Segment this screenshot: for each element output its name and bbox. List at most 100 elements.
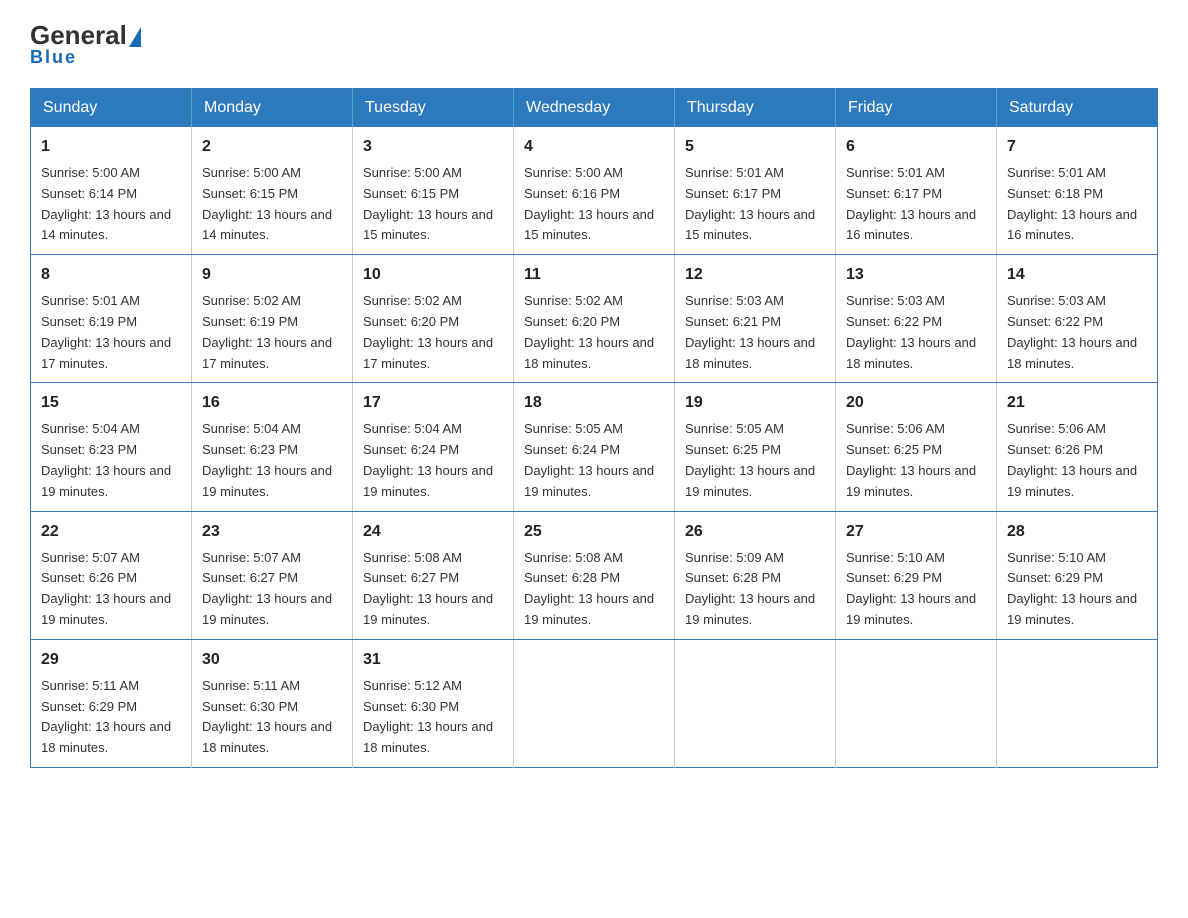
calendar-day-cell: 13 Sunrise: 5:03 AMSunset: 6:22 PMDaylig…	[836, 255, 997, 383]
calendar-day-cell	[514, 639, 675, 767]
calendar-day-cell: 15 Sunrise: 5:04 AMSunset: 6:23 PMDaylig…	[31, 383, 192, 511]
calendar-week-row: 29 Sunrise: 5:11 AMSunset: 6:29 PMDaylig…	[31, 639, 1158, 767]
calendar-day-cell: 14 Sunrise: 5:03 AMSunset: 6:22 PMDaylig…	[997, 255, 1158, 383]
day-info: Sunrise: 5:06 AMSunset: 6:25 PMDaylight:…	[846, 421, 976, 498]
logo: General Blue	[30, 20, 141, 68]
day-info: Sunrise: 5:04 AMSunset: 6:23 PMDaylight:…	[202, 421, 332, 498]
calendar-day-cell: 20 Sunrise: 5:06 AMSunset: 6:25 PMDaylig…	[836, 383, 997, 511]
day-number: 24	[363, 520, 503, 544]
calendar-day-cell	[836, 639, 997, 767]
logo-blue-text: Blue	[30, 47, 77, 68]
calendar-week-row: 1 Sunrise: 5:00 AMSunset: 6:14 PMDayligh…	[31, 127, 1158, 255]
header-thursday: Thursday	[675, 89, 836, 128]
day-info: Sunrise: 5:05 AMSunset: 6:25 PMDaylight:…	[685, 421, 815, 498]
day-info: Sunrise: 5:02 AMSunset: 6:19 PMDaylight:…	[202, 293, 332, 370]
calendar-day-cell: 26 Sunrise: 5:09 AMSunset: 6:28 PMDaylig…	[675, 511, 836, 639]
day-number: 3	[363, 135, 503, 159]
day-number: 7	[1007, 135, 1147, 159]
day-number: 28	[1007, 520, 1147, 544]
day-info: Sunrise: 5:01 AMSunset: 6:19 PMDaylight:…	[41, 293, 171, 370]
calendar-day-cell: 22 Sunrise: 5:07 AMSunset: 6:26 PMDaylig…	[31, 511, 192, 639]
calendar-day-cell: 2 Sunrise: 5:00 AMSunset: 6:15 PMDayligh…	[192, 127, 353, 255]
day-info: Sunrise: 5:00 AMSunset: 6:16 PMDaylight:…	[524, 165, 654, 242]
day-info: Sunrise: 5:04 AMSunset: 6:23 PMDaylight:…	[41, 421, 171, 498]
day-number: 13	[846, 263, 986, 287]
day-number: 1	[41, 135, 181, 159]
calendar-day-cell: 3 Sunrise: 5:00 AMSunset: 6:15 PMDayligh…	[353, 127, 514, 255]
header-saturday: Saturday	[997, 89, 1158, 128]
calendar-day-cell	[997, 639, 1158, 767]
day-info: Sunrise: 5:00 AMSunset: 6:15 PMDaylight:…	[202, 165, 332, 242]
day-number: 16	[202, 391, 342, 415]
day-number: 25	[524, 520, 664, 544]
day-number: 27	[846, 520, 986, 544]
calendar-day-cell: 11 Sunrise: 5:02 AMSunset: 6:20 PMDaylig…	[514, 255, 675, 383]
day-number: 18	[524, 391, 664, 415]
calendar-day-cell: 25 Sunrise: 5:08 AMSunset: 6:28 PMDaylig…	[514, 511, 675, 639]
day-info: Sunrise: 5:00 AMSunset: 6:15 PMDaylight:…	[363, 165, 493, 242]
day-number: 19	[685, 391, 825, 415]
day-number: 2	[202, 135, 342, 159]
day-number: 8	[41, 263, 181, 287]
day-info: Sunrise: 5:03 AMSunset: 6:21 PMDaylight:…	[685, 293, 815, 370]
logo-triangle-icon	[129, 27, 141, 47]
day-info: Sunrise: 5:06 AMSunset: 6:26 PMDaylight:…	[1007, 421, 1137, 498]
header-monday: Monday	[192, 89, 353, 128]
day-info: Sunrise: 5:01 AMSunset: 6:18 PMDaylight:…	[1007, 165, 1137, 242]
calendar-day-cell: 6 Sunrise: 5:01 AMSunset: 6:17 PMDayligh…	[836, 127, 997, 255]
day-info: Sunrise: 5:11 AMSunset: 6:30 PMDaylight:…	[202, 678, 332, 755]
day-info: Sunrise: 5:03 AMSunset: 6:22 PMDaylight:…	[1007, 293, 1137, 370]
page-header: General Blue	[30, 20, 1158, 68]
header-wednesday: Wednesday	[514, 89, 675, 128]
calendar-week-row: 22 Sunrise: 5:07 AMSunset: 6:26 PMDaylig…	[31, 511, 1158, 639]
day-number: 9	[202, 263, 342, 287]
day-number: 22	[41, 520, 181, 544]
day-info: Sunrise: 5:12 AMSunset: 6:30 PMDaylight:…	[363, 678, 493, 755]
calendar-day-cell: 28 Sunrise: 5:10 AMSunset: 6:29 PMDaylig…	[997, 511, 1158, 639]
calendar-day-cell: 5 Sunrise: 5:01 AMSunset: 6:17 PMDayligh…	[675, 127, 836, 255]
day-number: 20	[846, 391, 986, 415]
day-info: Sunrise: 5:08 AMSunset: 6:28 PMDaylight:…	[524, 550, 654, 627]
day-number: 29	[41, 648, 181, 672]
day-info: Sunrise: 5:04 AMSunset: 6:24 PMDaylight:…	[363, 421, 493, 498]
calendar-day-cell: 16 Sunrise: 5:04 AMSunset: 6:23 PMDaylig…	[192, 383, 353, 511]
calendar-day-cell	[675, 639, 836, 767]
calendar-day-cell: 29 Sunrise: 5:11 AMSunset: 6:29 PMDaylig…	[31, 639, 192, 767]
calendar-table: Sunday Monday Tuesday Wednesday Thursday…	[30, 88, 1158, 768]
day-info: Sunrise: 5:07 AMSunset: 6:27 PMDaylight:…	[202, 550, 332, 627]
calendar-day-cell: 12 Sunrise: 5:03 AMSunset: 6:21 PMDaylig…	[675, 255, 836, 383]
day-number: 11	[524, 263, 664, 287]
calendar-day-cell: 21 Sunrise: 5:06 AMSunset: 6:26 PMDaylig…	[997, 383, 1158, 511]
day-info: Sunrise: 5:05 AMSunset: 6:24 PMDaylight:…	[524, 421, 654, 498]
calendar-week-row: 15 Sunrise: 5:04 AMSunset: 6:23 PMDaylig…	[31, 383, 1158, 511]
header-friday: Friday	[836, 89, 997, 128]
day-number: 5	[685, 135, 825, 159]
calendar-day-cell: 4 Sunrise: 5:00 AMSunset: 6:16 PMDayligh…	[514, 127, 675, 255]
day-number: 15	[41, 391, 181, 415]
calendar-week-row: 8 Sunrise: 5:01 AMSunset: 6:19 PMDayligh…	[31, 255, 1158, 383]
calendar-day-cell: 17 Sunrise: 5:04 AMSunset: 6:24 PMDaylig…	[353, 383, 514, 511]
weekday-header-row: Sunday Monday Tuesday Wednesday Thursday…	[31, 89, 1158, 128]
day-info: Sunrise: 5:11 AMSunset: 6:29 PMDaylight:…	[41, 678, 171, 755]
calendar-day-cell: 24 Sunrise: 5:08 AMSunset: 6:27 PMDaylig…	[353, 511, 514, 639]
day-info: Sunrise: 5:07 AMSunset: 6:26 PMDaylight:…	[41, 550, 171, 627]
day-info: Sunrise: 5:08 AMSunset: 6:27 PMDaylight:…	[363, 550, 493, 627]
day-info: Sunrise: 5:02 AMSunset: 6:20 PMDaylight:…	[363, 293, 493, 370]
calendar-day-cell: 30 Sunrise: 5:11 AMSunset: 6:30 PMDaylig…	[192, 639, 353, 767]
calendar-day-cell: 10 Sunrise: 5:02 AMSunset: 6:20 PMDaylig…	[353, 255, 514, 383]
day-number: 26	[685, 520, 825, 544]
day-number: 4	[524, 135, 664, 159]
calendar-day-cell: 8 Sunrise: 5:01 AMSunset: 6:19 PMDayligh…	[31, 255, 192, 383]
day-number: 6	[846, 135, 986, 159]
header-tuesday: Tuesday	[353, 89, 514, 128]
day-info: Sunrise: 5:00 AMSunset: 6:14 PMDaylight:…	[41, 165, 171, 242]
day-number: 21	[1007, 391, 1147, 415]
day-info: Sunrise: 5:10 AMSunset: 6:29 PMDaylight:…	[1007, 550, 1137, 627]
day-number: 17	[363, 391, 503, 415]
day-number: 30	[202, 648, 342, 672]
header-sunday: Sunday	[31, 89, 192, 128]
day-info: Sunrise: 5:02 AMSunset: 6:20 PMDaylight:…	[524, 293, 654, 370]
day-number: 23	[202, 520, 342, 544]
day-info: Sunrise: 5:01 AMSunset: 6:17 PMDaylight:…	[685, 165, 815, 242]
calendar-day-cell: 18 Sunrise: 5:05 AMSunset: 6:24 PMDaylig…	[514, 383, 675, 511]
